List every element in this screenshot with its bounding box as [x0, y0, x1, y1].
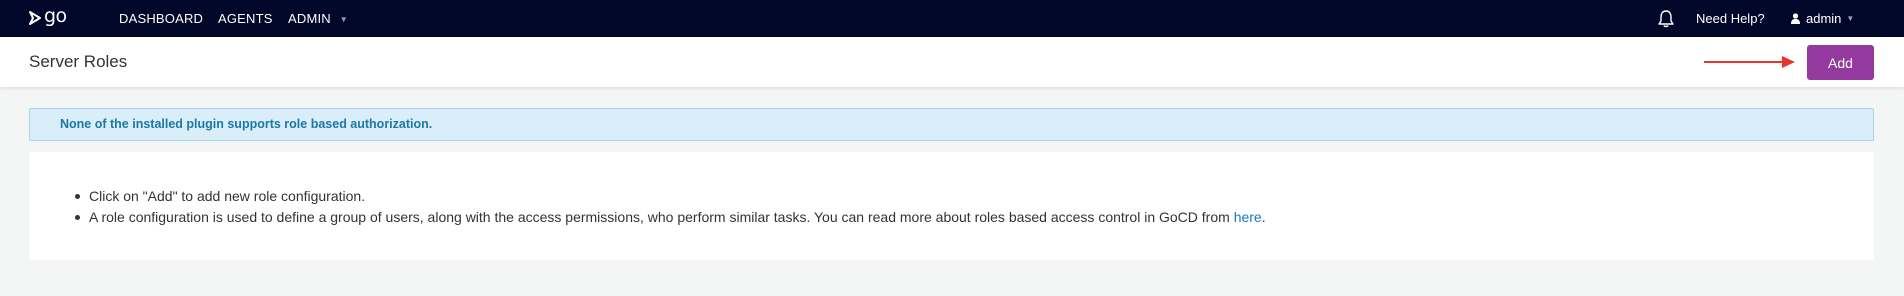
nav-dashboard[interactable]: DASHBOARD [119, 0, 203, 37]
nav-agents-label: AGENTS [218, 11, 273, 26]
go-logo-icon [29, 11, 41, 25]
page-title: Server Roles [29, 52, 128, 71]
user-name: admin [1806, 11, 1842, 26]
bullet-text-role: A role configuration is used to define a… [89, 209, 1234, 225]
list-item: Click on "Add" to add new role configura… [75, 186, 1266, 207]
annotation-arrow-icon [1704, 56, 1795, 68]
logo-text: go [44, 5, 67, 27]
go-logo[interactable]: go [28, 5, 67, 30]
nav-agents[interactable]: AGENTS [218, 0, 273, 37]
chevron-down-icon: ▼ [1846, 14, 1855, 23]
user-icon [1791, 13, 1800, 24]
info-message: None of the installed plugin supports ro… [60, 117, 433, 131]
info-banner: None of the installed plugin supports ro… [29, 108, 1874, 141]
user-menu[interactable]: admin ▼ [1791, 0, 1854, 37]
bell-icon[interactable] [1656, 9, 1676, 29]
add-button[interactable]: Add [1807, 45, 1874, 80]
here-link[interactable]: here [1234, 209, 1262, 225]
nav-admin[interactable]: ADMIN ▼ [288, 0, 348, 37]
chevron-down-icon: ▼ [339, 15, 348, 24]
content-panel: Click on "Add" to add new role configura… [29, 152, 1874, 260]
nav-admin-label: ADMIN [288, 11, 331, 26]
bullet-text-suffix: . [1261, 209, 1266, 225]
help-list: Click on "Add" to add new role configura… [75, 186, 1266, 228]
need-help-link[interactable]: Need Help? [1696, 0, 1765, 37]
nav-dashboard-label: DASHBOARD [119, 11, 204, 26]
page-header: Server Roles [0, 37, 1904, 87]
list-item: A role configuration is used to define a… [75, 207, 1266, 228]
top-navigation: go DASHBOARD AGENTS ADMIN ▼ Need Help? a… [0, 0, 1904, 37]
bullet-text-add: Click on "Add" to add new role configura… [89, 188, 366, 204]
